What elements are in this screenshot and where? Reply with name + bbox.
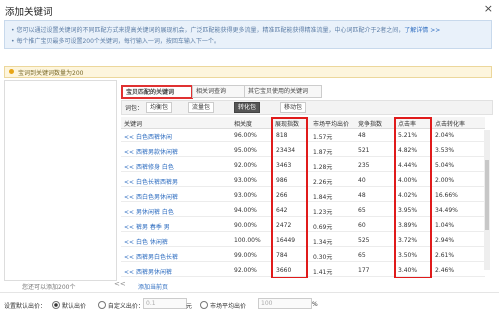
- cell-relevance: 93.00%: [234, 177, 257, 184]
- chip-mobile[interactable]: 移动包: [280, 102, 307, 113]
- cell-keyword[interactable]: << 白色西裤休闲: [124, 132, 172, 141]
- cell-keyword[interactable]: << 西裤男白色长裤: [124, 252, 178, 261]
- warning-banner: 宝词到关键词数量为200: [4, 66, 492, 78]
- cell-competition: 48: [358, 132, 366, 139]
- chip-balanced[interactable]: 均衡包: [146, 102, 173, 113]
- cell-avg-bid: 1.41元: [313, 269, 333, 276]
- cell-keyword[interactable]: << 西裤男款休闲裤: [124, 147, 178, 156]
- chip-conversion[interactable]: 转化包: [234, 102, 261, 113]
- radio-default-bid[interactable]: [51, 301, 60, 309]
- filter-bar: 词包： 均衡包 流量包 转化包 移动包: [121, 100, 493, 115]
- opt-default-label: 默认出价: [61, 303, 86, 310]
- tab-other-items[interactable]: 其它宝贝使用的关键词: [244, 85, 322, 98]
- cell-relevance: 99.00%: [234, 252, 257, 259]
- cell-cvr: 1.04%: [435, 222, 455, 229]
- cell-keyword[interactable]: << 裤男 春季 男: [124, 222, 170, 231]
- info-panel: • 您可以通过设置关键词的不同匹配方式来提高关键词的展现机会，广泛匹配能获得更多…: [4, 20, 492, 49]
- cell-relevance: 90.00%: [234, 222, 257, 229]
- info-line-2: • 每个推广宝贝最多可设置200个关键词，每行输入一词，按回车输入下一个。: [11, 38, 220, 45]
- default-bid-row: 设置默认出价： 默认出价 自定义出价：: [4, 301, 144, 310]
- opt-custom-label: 自定义出价：: [107, 303, 144, 310]
- cell-cvr: 3.53%: [435, 147, 455, 154]
- header-competition[interactable]: 竞争指数: [358, 119, 382, 128]
- cell-relevance: 96.00%: [234, 132, 257, 139]
- cell-avg-bid: 1.28元: [313, 164, 333, 171]
- dialog-title: 添加关键词: [5, 7, 53, 18]
- cell-relevance: 92.00%: [234, 267, 257, 274]
- cell-competition: 65: [358, 207, 366, 214]
- cell-avg-bid: 1.57元: [313, 134, 333, 141]
- highlight-impressions: [271, 117, 308, 278]
- add-current-page-link[interactable]: 添加当前页: [138, 282, 168, 291]
- opt-market-label: 市场平均出价: [210, 303, 247, 310]
- cell-keyword[interactable]: << 西白色男休闲裤: [124, 192, 178, 201]
- cell-relevance: 100.00%: [234, 237, 261, 244]
- price-unit: 元: [186, 303, 193, 310]
- cell-avg-bid: 0.30元: [313, 254, 333, 261]
- highlight-ctr: [394, 117, 432, 278]
- cell-avg-bid: 1.34元: [313, 239, 333, 246]
- cell-keyword[interactable]: << 男休闲裤 白色: [124, 207, 174, 216]
- header-avg-bid[interactable]: 市场平均出价: [313, 119, 349, 128]
- header-keyword[interactable]: 关键词: [124, 119, 142, 128]
- header-relevance[interactable]: 相关度: [234, 119, 252, 128]
- cell-relevance: 93.00%: [234, 192, 257, 199]
- cell-cvr: 2.00%: [435, 177, 455, 184]
- market-avg-option: 市场平均出价: [200, 301, 246, 310]
- info-line-1: • 您可以通过设置关键词的不同匹配方式来提高关键词的展现机会，广泛匹配能获得更多…: [11, 27, 441, 34]
- cell-competition: 235: [358, 162, 370, 169]
- cell-avg-bid: 2.26元: [313, 179, 333, 186]
- cell-cvr: 2.04%: [435, 132, 455, 139]
- cell-competition: 48: [358, 192, 366, 199]
- cell-keyword[interactable]: << 西裤修身 白色: [124, 162, 174, 171]
- percent-input[interactable]: 100: [258, 298, 312, 309]
- scrollbar-thumb[interactable]: [485, 160, 489, 230]
- cell-cvr: 2.94%: [435, 237, 455, 244]
- cell-keyword[interactable]: << 白色长裤西裤男: [124, 177, 178, 186]
- cell-avg-bid: 1.87元: [313, 149, 333, 156]
- remaining-hint: 您还可以添加200个: [22, 284, 76, 291]
- bid-label: 设置默认出价：: [4, 303, 47, 310]
- cell-cvr: 2.61%: [435, 252, 455, 259]
- cell-keyword[interactable]: << 白色 休闲裤: [124, 237, 168, 246]
- percent-sign: %: [312, 301, 318, 308]
- cell-avg-bid: 1.23元: [313, 209, 333, 216]
- radio-market-avg[interactable]: [200, 301, 208, 309]
- cell-avg-bid: 1.84元: [313, 194, 333, 201]
- filter-label: 词包：: [125, 105, 144, 112]
- keyword-input-area[interactable]: [4, 80, 117, 281]
- warning-icon: [9, 69, 14, 74]
- cell-relevance: 95.00%: [234, 147, 257, 154]
- cell-cvr: 34.49%: [435, 207, 458, 214]
- scrollbar[interactable]: [484, 130, 490, 270]
- cell-competition: 525: [358, 237, 370, 244]
- add-arrow-button[interactable]: <<: [114, 280, 126, 288]
- cell-competition: 40: [358, 177, 366, 184]
- keyword-table: 关键词 相关度 展现指数 市场平均出价 竞争指数 点击率 点击转化率 << 白色…: [121, 117, 491, 278]
- chip-traffic[interactable]: 流量包: [188, 102, 215, 113]
- cell-competition: 65: [358, 252, 366, 259]
- cell-competition: 521: [358, 147, 370, 154]
- tab-related-search[interactable]: 相关词查询: [192, 85, 246, 98]
- tab-matched-keywords[interactable]: 宝贝匹配的关键词: [121, 85, 193, 99]
- cell-relevance: 94.00%: [234, 207, 257, 214]
- custom-price-input[interactable]: 0.1: [143, 298, 187, 309]
- header-cvr[interactable]: 点击转化率: [435, 119, 465, 128]
- cell-cvr: 5.04%: [435, 162, 455, 169]
- cell-relevance: 92.00%: [234, 162, 257, 169]
- learn-more-link[interactable]: 了解详情 >>: [404, 27, 440, 34]
- cell-competition: 60: [358, 222, 366, 229]
- cell-competition: 177: [358, 267, 370, 274]
- divider: [0, 292, 499, 293]
- cell-cvr: 2.46%: [435, 267, 455, 274]
- cell-cvr: 16.66%: [435, 192, 458, 199]
- close-icon[interactable]: ×: [484, 2, 493, 15]
- radio-custom-bid[interactable]: [97, 301, 106, 309]
- cell-avg-bid: 0.69元: [313, 224, 333, 231]
- cell-keyword[interactable]: << 西裤男休闲裤: [124, 267, 172, 276]
